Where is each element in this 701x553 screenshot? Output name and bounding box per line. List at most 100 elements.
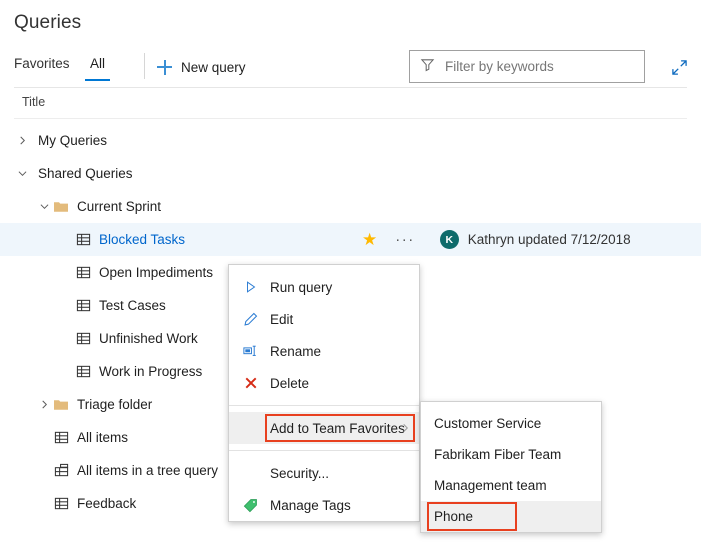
menu-item[interactable]: Run query bbox=[229, 271, 419, 303]
folder-icon bbox=[52, 396, 70, 414]
menu-item-label: Manage Tags bbox=[270, 498, 351, 513]
menu-item-label: Edit bbox=[270, 312, 293, 327]
tree-row-label: Shared Queries bbox=[38, 166, 133, 181]
tag-icon bbox=[242, 497, 259, 514]
submenu-item-label: Customer Service bbox=[434, 416, 541, 431]
folder-icon bbox=[52, 198, 70, 216]
column-header-title: Title bbox=[22, 95, 45, 109]
context-menu: Run query Edit Rename Delete Add to Team Fav… bbox=[228, 264, 420, 522]
chevron-right-icon bbox=[401, 421, 410, 436]
favorite-star-icon[interactable]: ★ bbox=[362, 231, 377, 248]
tree-row-label: Work in Progress bbox=[99, 364, 202, 379]
tree-row-label: My Queries bbox=[38, 133, 107, 148]
x-icon bbox=[242, 375, 259, 392]
indent-spacer bbox=[0, 503, 36, 504]
tree-row-label: Current Sprint bbox=[77, 199, 161, 214]
query-grid-icon bbox=[52, 495, 70, 513]
row-meta: ★ ··· K Kathryn updated 7/12/2018 bbox=[362, 223, 631, 256]
queries-page: Queries Favorites All New query Filter b… bbox=[0, 0, 701, 553]
menu-item[interactable]: Edit bbox=[229, 303, 419, 335]
chevron-placeholder bbox=[58, 364, 74, 380]
indent-spacer bbox=[0, 305, 58, 306]
indent-spacer bbox=[0, 239, 58, 240]
page-title: Queries bbox=[14, 12, 81, 34]
indent-spacer bbox=[0, 404, 36, 405]
tree-row[interactable]: My Queries bbox=[0, 124, 701, 157]
submenu-item[interactable]: Customer Service bbox=[421, 408, 601, 439]
expand-diagonal-icon[interactable] bbox=[666, 54, 692, 80]
chevron-placeholder bbox=[58, 232, 74, 248]
tree-row-label: All items in a tree query bbox=[77, 463, 218, 478]
submenu-item-label: Management team bbox=[434, 478, 547, 493]
menu-item-label: Security... bbox=[270, 466, 329, 481]
chevron-right-icon[interactable] bbox=[14, 133, 30, 149]
chevron-down-icon[interactable] bbox=[36, 199, 52, 215]
menu-item-label: Rename bbox=[270, 344, 321, 359]
indent-spacer bbox=[0, 371, 58, 372]
submenu-item-label: Fabrikam Fiber Team bbox=[434, 447, 561, 462]
more-actions-button[interactable]: ··· bbox=[395, 232, 415, 247]
menu-item-label: Add to Team Favorites bbox=[270, 421, 405, 436]
tree-row-label: Blocked Tasks bbox=[99, 232, 185, 247]
new-query-button[interactable]: New query bbox=[157, 54, 246, 80]
menu-separator bbox=[229, 450, 419, 451]
chevron-placeholder bbox=[58, 298, 74, 314]
indent-spacer bbox=[0, 206, 36, 207]
menu-item[interactable]: Manage Tags bbox=[229, 489, 419, 521]
tab-favorites[interactable]: Favorites bbox=[14, 56, 70, 81]
indent-spacer bbox=[0, 173, 14, 174]
query-grid-icon bbox=[74, 363, 92, 381]
menu-item[interactable]: Security... bbox=[229, 457, 419, 489]
chevron-placeholder bbox=[36, 463, 52, 479]
query-grid-icon bbox=[74, 231, 92, 249]
play-icon bbox=[242, 279, 259, 296]
menu-item[interactable]: Delete bbox=[229, 367, 419, 399]
submenu-item[interactable]: Phone bbox=[421, 501, 601, 532]
tree-row-label: Unfinished Work bbox=[99, 331, 198, 346]
menu-item-label: Run query bbox=[270, 280, 332, 295]
query-tree-icon bbox=[52, 462, 70, 480]
chevron-placeholder bbox=[58, 331, 74, 347]
chevron-placeholder bbox=[36, 430, 52, 446]
icon-spacer bbox=[30, 173, 38, 174]
tab-all[interactable]: All bbox=[90, 56, 105, 81]
menu-item-label: Delete bbox=[270, 376, 309, 391]
indent-spacer bbox=[0, 272, 58, 273]
updated-text: Kathryn updated 7/12/2018 bbox=[468, 232, 631, 247]
tree-row-label: Test Cases bbox=[99, 298, 166, 313]
icon-spacer bbox=[30, 140, 38, 141]
indent-spacer bbox=[0, 470, 36, 471]
query-grid-icon bbox=[74, 297, 92, 315]
tree-row[interactable]: Blocked Tasks ★ ··· K Kathryn updated 7/12/2… bbox=[0, 223, 701, 256]
submenu-item[interactable]: Fabrikam Fiber Team bbox=[421, 439, 601, 470]
chevron-right-icon[interactable] bbox=[36, 397, 52, 413]
submenu-item[interactable]: Management team bbox=[421, 470, 601, 501]
rename-icon bbox=[242, 343, 259, 360]
tree-row[interactable]: Shared Queries bbox=[0, 157, 701, 190]
indent-spacer bbox=[0, 140, 14, 141]
query-grid-icon bbox=[74, 264, 92, 282]
column-header-divider bbox=[14, 118, 687, 119]
menu-item[interactable]: Rename bbox=[229, 335, 419, 367]
pencil-icon bbox=[242, 311, 259, 328]
query-grid-icon bbox=[74, 330, 92, 348]
tree-row-label: Open Impediments bbox=[99, 265, 213, 280]
funnel-icon bbox=[420, 57, 435, 77]
tree-row-label: Feedback bbox=[77, 496, 136, 511]
menu-separator bbox=[229, 405, 419, 406]
chevron-placeholder bbox=[36, 496, 52, 512]
team-favorites-submenu: Customer Service Fabrikam Fiber Team Manag… bbox=[420, 401, 602, 533]
tab-divider bbox=[144, 53, 145, 79]
indent-spacer bbox=[0, 338, 58, 339]
tree-row[interactable]: Current Sprint bbox=[0, 190, 701, 223]
avatar: K bbox=[440, 230, 459, 249]
filter-input[interactable]: Filter by keywords bbox=[409, 50, 645, 83]
query-grid-icon bbox=[52, 429, 70, 447]
tree-row-label: All items bbox=[77, 430, 128, 445]
chevron-down-icon[interactable] bbox=[14, 166, 30, 182]
new-query-label: New query bbox=[181, 60, 246, 75]
menu-item[interactable]: Add to Team Favorites bbox=[229, 412, 419, 444]
indent-spacer bbox=[0, 437, 36, 438]
filter-placeholder: Filter by keywords bbox=[445, 59, 554, 74]
plus-icon bbox=[157, 60, 172, 75]
